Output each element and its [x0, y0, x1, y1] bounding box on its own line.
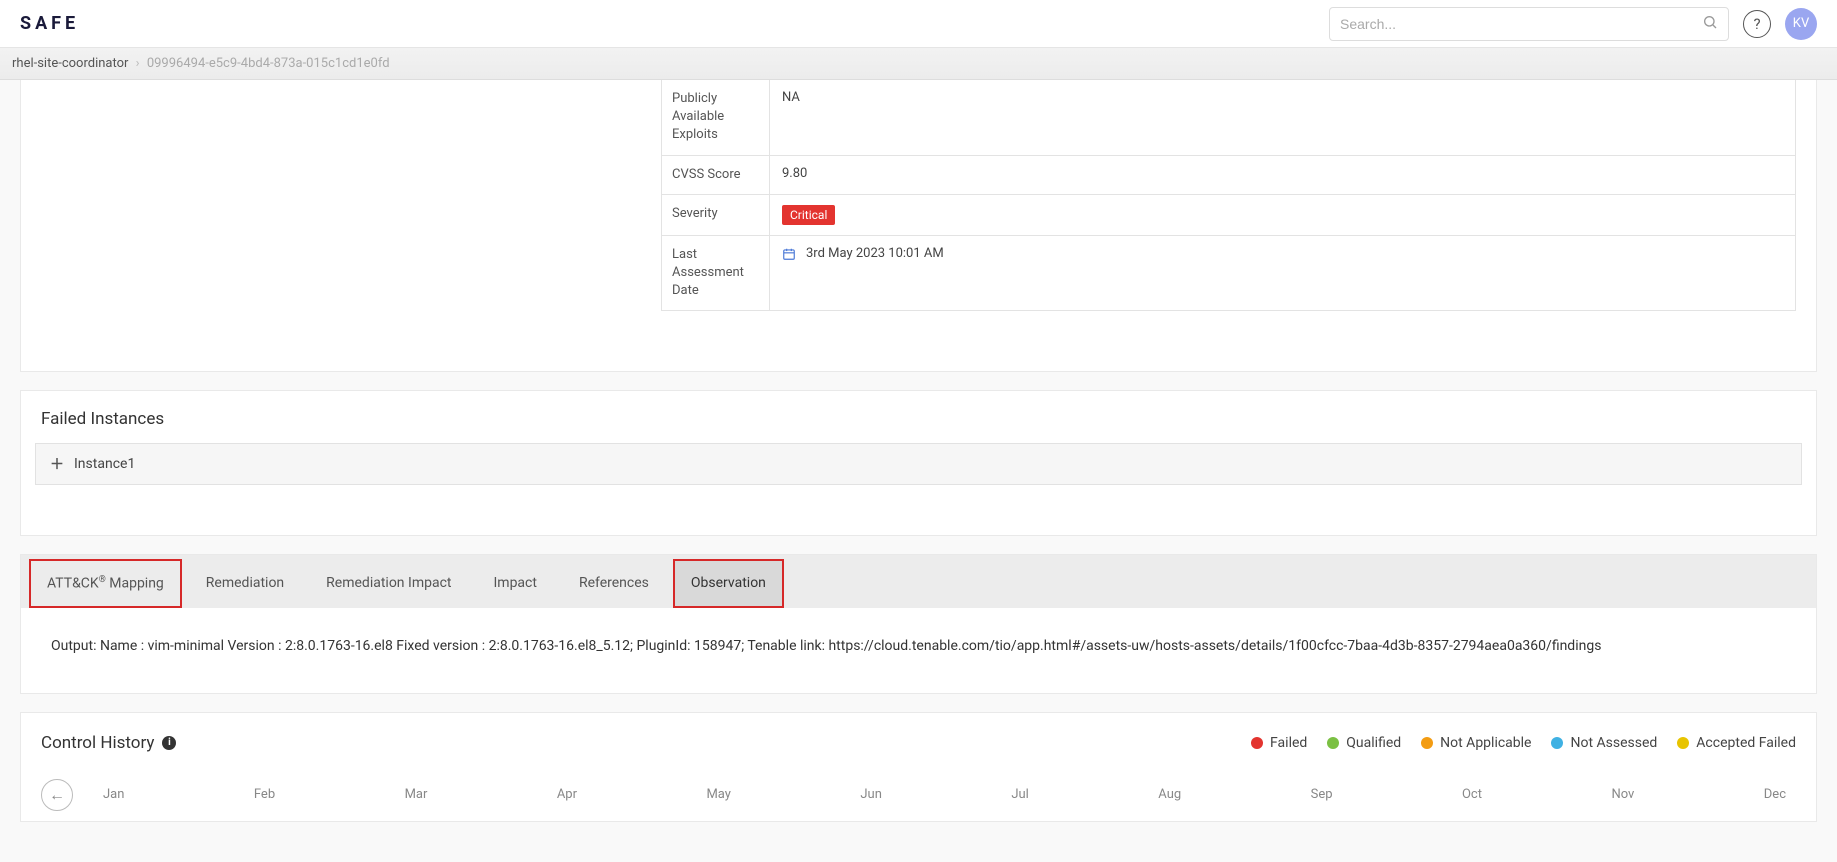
severity-badge: Critical — [782, 205, 835, 225]
tab-bar: ATT&CK® Mapping Remediation Remediation … — [21, 555, 1816, 608]
chevron-right-icon: › — [136, 56, 140, 71]
month-label: Jun — [860, 787, 882, 802]
detail-row-severity: Severity Critical — [662, 194, 1795, 235]
history-timeline: ← Jan Feb Mar Apr May Jun Jul Aug Sep Oc… — [41, 779, 1796, 811]
detail-date-text: 3rd May 2023 10:01 AM — [806, 246, 944, 261]
detail-value: 9.80 — [770, 156, 1795, 194]
dot-icon — [1677, 737, 1689, 749]
detail-label: Publicly Available Exploits — [662, 80, 770, 155]
month-label: Aug — [1158, 787, 1181, 802]
detail-label: CVSS Score — [662, 156, 770, 194]
dot-icon — [1251, 737, 1263, 749]
page-body: Publicly Available Exploits NA CVSS Scor… — [0, 80, 1837, 862]
dot-icon — [1327, 737, 1339, 749]
month-label: May — [706, 787, 730, 802]
tab-observation[interactable]: Observation — [673, 559, 784, 608]
tab-remediation[interactable]: Remediation — [188, 559, 302, 608]
app-header: SAFE ? KV — [0, 0, 1837, 48]
detail-value: NA — [770, 80, 1795, 155]
search-box[interactable] — [1329, 7, 1729, 41]
month-label: Sep — [1311, 787, 1333, 802]
search-icon[interactable] — [1702, 14, 1718, 34]
breadcrumb-primary[interactable]: rhel-site-coordinator — [12, 56, 128, 71]
legend-not-assessed: Not Assessed — [1551, 735, 1657, 751]
detail-row-exploits: Publicly Available Exploits NA — [662, 80, 1795, 155]
instance-label: Instance1 — [74, 456, 135, 472]
failed-instances-card: Failed Instances ＋ Instance1 — [20, 390, 1817, 536]
info-icon[interactable]: i — [162, 736, 176, 750]
details-card: Publicly Available Exploits NA CVSS Scor… — [20, 80, 1817, 372]
detail-label: Severity — [662, 195, 770, 235]
legend-failed: Failed — [1251, 735, 1307, 751]
history-header: Control History i Failed Qualified Not A… — [41, 733, 1796, 753]
history-title: Control History i — [41, 733, 176, 753]
month-label: Mar — [405, 787, 428, 802]
detail-value: Critical — [770, 195, 1795, 235]
detail-row-last-assessment: Last Assessment Date 3rd May 2023 10:01 … — [662, 235, 1795, 311]
dot-icon — [1551, 737, 1563, 749]
observation-content: Output: Name : vim-minimal Version : 2:8… — [21, 608, 1816, 693]
legend-accepted-failed: Accepted Failed — [1677, 735, 1796, 751]
breadcrumb: rhel-site-coordinator › 09996494-e5c9-4b… — [0, 48, 1837, 80]
tab-attck-mapping[interactable]: ATT&CK® Mapping — [29, 559, 182, 608]
help-icon[interactable]: ? — [1743, 10, 1771, 38]
expand-icon: ＋ — [50, 454, 64, 474]
instance-row[interactable]: ＋ Instance1 — [35, 443, 1802, 485]
month-label: Dec — [1764, 787, 1786, 802]
registered-icon: ® — [99, 575, 106, 585]
history-legend: Failed Qualified Not Applicable Not Asse… — [1251, 735, 1796, 751]
detail-label: Last Assessment Date — [662, 236, 770, 311]
tabs-card: ATT&CK® Mapping Remediation Remediation … — [20, 554, 1817, 694]
detail-row-cvss: CVSS Score 9.80 — [662, 155, 1795, 194]
month-label: Feb — [254, 787, 275, 802]
legend-qualified: Qualified — [1327, 735, 1401, 751]
calendar-icon — [782, 247, 796, 265]
header-right: ? KV — [1329, 7, 1817, 41]
month-label: Oct — [1462, 787, 1482, 802]
app-logo: SAFE — [20, 13, 79, 34]
tab-impact[interactable]: Impact — [475, 559, 554, 608]
search-input[interactable] — [1340, 16, 1702, 32]
legend-not-applicable: Not Applicable — [1421, 735, 1531, 751]
month-label: Nov — [1611, 787, 1634, 802]
breadcrumb-secondary: 09996494-e5c9-4bd4-873a-015c1cd1e0fd — [147, 56, 390, 71]
tab-remediation-impact[interactable]: Remediation Impact — [308, 559, 469, 608]
month-label: Jul — [1011, 787, 1029, 802]
prev-button[interactable]: ← — [41, 779, 73, 811]
month-label: Jan — [103, 787, 124, 802]
month-label: Apr — [557, 787, 577, 802]
avatar[interactable]: KV — [1785, 8, 1817, 40]
months-axis: Jan Feb Mar Apr May Jun Jul Aug Sep Oct … — [103, 787, 1796, 802]
control-history-card: Control History i Failed Qualified Not A… — [20, 712, 1817, 822]
dot-icon — [1421, 737, 1433, 749]
details-table: Publicly Available Exploits NA CVSS Scor… — [661, 80, 1796, 311]
tab-references[interactable]: References — [561, 559, 667, 608]
detail-value: 3rd May 2023 10:01 AM — [770, 236, 1795, 311]
failed-instances-title: Failed Instances — [21, 391, 1816, 443]
